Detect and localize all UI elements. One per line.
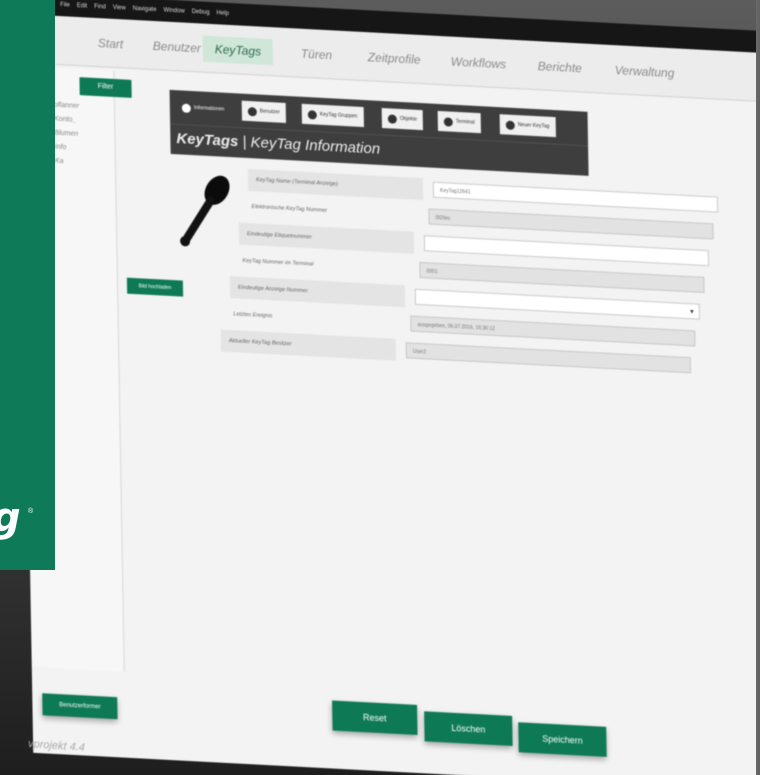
current-owner-field: User2	[405, 342, 691, 374]
tab-objekte[interactable]: Objekte	[381, 107, 424, 131]
tab-start[interactable]: Start	[86, 29, 136, 58]
field-label: Letztes Ereignis	[233, 311, 273, 320]
tab-keytag-gruppen[interactable]: KeyTag Gruppen	[301, 103, 364, 128]
tab-label: Terminal	[455, 118, 475, 126]
tab-berichte[interactable]: Berichte	[526, 53, 594, 83]
brand-panel: g ®	[0, 0, 55, 570]
tab-terminal[interactable]: Terminal	[437, 110, 481, 134]
last-event-field: ausgegeben, 06.07.2016, 16:36:12	[410, 315, 696, 347]
brand-logo: g	[0, 498, 21, 538]
sidebar-item[interactable]: Blumen	[54, 130, 78, 138]
terminal-number-field: 0001	[419, 261, 705, 293]
menu-edit[interactable]: Edit	[77, 3, 87, 10]
keytag-name-input[interactable]: KeyTag12641	[432, 181, 719, 213]
background: File Edit Find View Navigate Window Debu…	[0, 0, 760, 775]
panel-title-sub: | KeyTag Information	[242, 133, 381, 158]
field-label: KeyTag Nummer im Terminal	[242, 257, 314, 268]
registered-mark: ®	[28, 508, 34, 515]
reset-button[interactable]: Reset	[332, 700, 418, 735]
field-label: KeyTag Name (Terminal Anzeige)	[247, 168, 424, 201]
field-label: Aktueller KeyTag Besitzer	[220, 329, 397, 361]
info-icon	[181, 103, 191, 113]
sidebar-item[interactable]: Konto_	[54, 116, 76, 124]
menu-file[interactable]: File	[60, 2, 70, 9]
tab-verwaltung[interactable]: Verwaltung	[603, 57, 687, 87]
tab-label: Informationen	[193, 105, 225, 113]
filter-button[interactable]: Filter	[79, 77, 132, 98]
tab-label: Benutzer	[259, 108, 280, 116]
etiquet-number-input[interactable]	[423, 235, 710, 267]
menu-view[interactable]: View	[113, 5, 126, 12]
tab-workflows[interactable]: Workflows	[439, 48, 519, 78]
monitor-bezel	[756, 0, 760, 775]
group-icon	[307, 109, 317, 120]
link-icon	[387, 113, 397, 124]
field-label: Eindeutige Anzeige Nummer	[229, 276, 406, 308]
tab-informationen[interactable]: Informationen	[175, 97, 231, 121]
sidebar-item[interactable]: Ka	[55, 158, 64, 165]
add-icon	[505, 120, 515, 130]
tab-tueren[interactable]: Türen	[289, 40, 345, 69]
tab-keytags[interactable]: KeyTags	[202, 35, 274, 66]
tab-neuer-keytag[interactable]: Neuer KeyTag	[499, 114, 556, 138]
field-label: Eindeutige Etiquetnummer	[238, 222, 415, 254]
menu-help[interactable]: Help	[216, 10, 228, 17]
bottom-left-button[interactable]: Benutzerformer	[42, 693, 118, 720]
sidebar-item[interactable]: Info	[55, 144, 67, 152]
upload-image-button[interactable]: Bild hochladen	[126, 277, 184, 297]
display-number-select[interactable]: ▼	[414, 288, 700, 320]
menu-debug[interactable]: Debug	[192, 9, 210, 16]
field-label: Elektronische KeyTag Nummer	[251, 204, 328, 215]
panel-title-main: KeyTags	[176, 130, 239, 151]
sidebar-item[interactable]: pflanner	[54, 102, 79, 110]
chevron-down-icon: ▼	[688, 309, 695, 316]
tab-label: Objekte	[399, 115, 418, 123]
delete-button[interactable]: Löschen	[424, 711, 513, 746]
tab-label: Neuer KeyTag	[517, 122, 550, 130]
terminal-icon	[443, 116, 453, 127]
user-icon	[247, 106, 257, 116]
menu-find[interactable]: Find	[94, 4, 106, 11]
electronic-number-field: 0f29ec	[428, 208, 714, 240]
save-button[interactable]: Speichern	[518, 722, 607, 757]
menu-navigate[interactable]: Navigate	[133, 6, 157, 13]
tab-user[interactable]: Benutzer	[241, 100, 287, 123]
app-window: File Edit Find View Navigate Window Debu…	[20, 0, 760, 775]
tab-label: KeyTag Gruppen	[319, 111, 358, 120]
keytag-fob-icon	[180, 175, 230, 247]
menu-window[interactable]: Window	[163, 8, 184, 15]
tab-zeitprofile[interactable]: Zeitprofile	[356, 44, 433, 74]
